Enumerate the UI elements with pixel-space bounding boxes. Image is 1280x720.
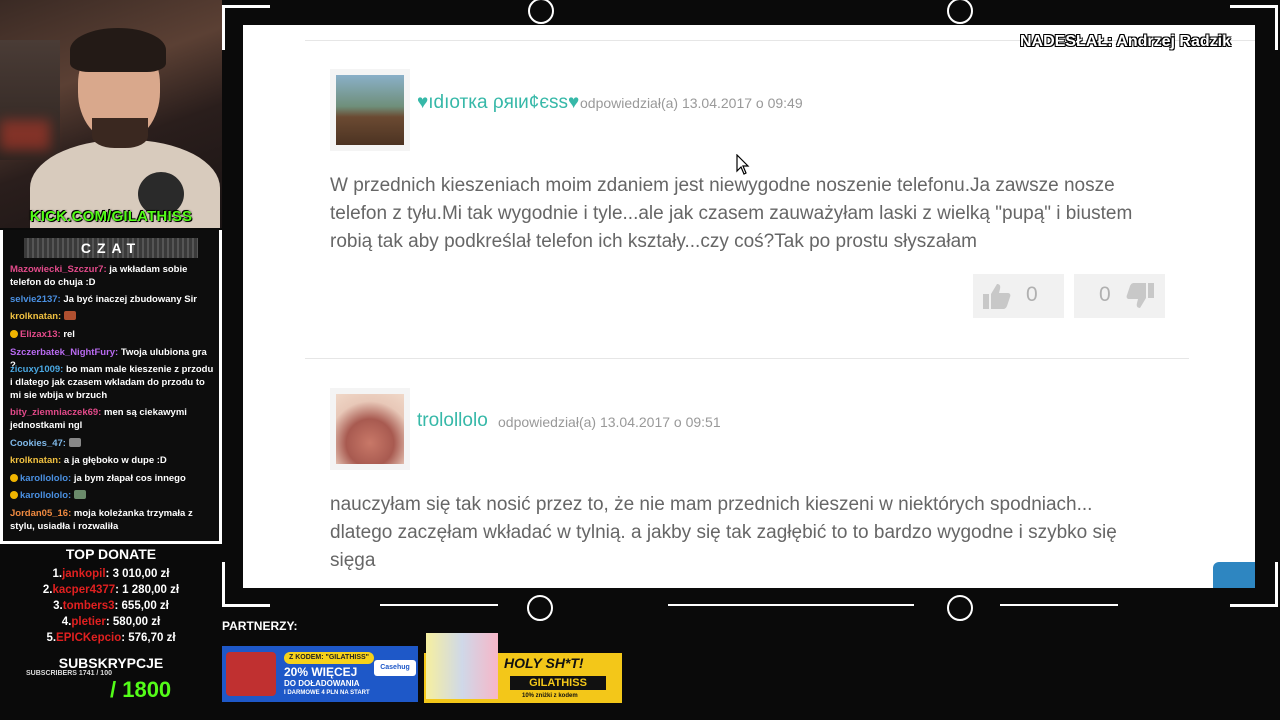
frame-line — [1000, 604, 1118, 606]
frame-corner — [222, 5, 225, 50]
chat-message: Elizax13: rel — [10, 328, 215, 341]
chat-message: krolknatan: — [10, 310, 215, 323]
chat-message: zicuxy1009: bo mam male kieszenie z przo… — [10, 364, 214, 401]
divider — [305, 358, 1189, 359]
donate-row: 5.EPICKepcio: 576,70 zł — [46, 632, 176, 644]
forum-page: ♥ıdıотка ρяιи¢єѕѕ♥ odpowiedział(a) 13.04… — [243, 25, 1255, 588]
top-donate-title: TOP DONATE — [65, 546, 157, 562]
badge-icon — [10, 474, 18, 482]
comment-username[interactable]: trolollolo — [417, 410, 488, 432]
donate-row: 4.pletier: 580,00 zł — [61, 616, 161, 628]
sender-label: NADESŁAŁ: Andrzej Radzik — [1020, 33, 1231, 50]
comment-text: W przednich kieszeniach moim zdaniem jes… — [330, 175, 1133, 252]
partner-ad-casehug[interactable]: Z KODEM: "GILATHISS" 20% WIĘCEJ DO DOŁAD… — [222, 646, 418, 702]
subs-title: SUBSKRYPCJE — [58, 655, 164, 671]
avatar[interactable] — [330, 69, 410, 151]
sponsor-logo-icon — [528, 0, 554, 24]
frame-corner — [222, 604, 270, 607]
comment-meta: odpowiedział(a) 13.04.2017 o 09:51 — [498, 414, 721, 430]
sponsor-logo-icon — [947, 595, 973, 621]
frame-line — [668, 604, 914, 606]
chat-message: selvie2137: Ja być inaczej zbudowany Sir — [10, 294, 197, 305]
frame-corner — [1275, 5, 1278, 50]
sponsor-logo-icon — [947, 0, 973, 24]
like-button[interactable]: 0 — [973, 274, 1064, 318]
donate-row: 2.kacper4377: 1 280,00 zł — [42, 584, 180, 596]
frame-corner — [1230, 604, 1278, 607]
frame-line — [380, 604, 498, 606]
badge-icon — [10, 330, 18, 338]
chat-message: bity_ziemniaczek69: men są ciekawymi jed… — [10, 407, 187, 431]
partners-label: PARTNERZY: — [222, 619, 298, 633]
comment-text: nauczyłam się tak nosić przez to, że nie… — [330, 494, 1117, 571]
widget-badge-icon[interactable] — [1213, 562, 1255, 588]
subs-counter: SUBSCRIBERS 1741 / 100 — [26, 670, 112, 677]
channel-url: KICK.COM/GILATHISS — [29, 208, 193, 225]
frame-corner — [1230, 5, 1278, 8]
chat-title: CZAT — [24, 238, 198, 258]
sponsor-logo-icon — [527, 595, 553, 621]
chat-message: krolknatan: a ja głęboko w dupe :D — [10, 455, 167, 466]
chat-message: Jordan05_16: moja koleżanka trzymała z s… — [10, 508, 193, 532]
frame-corner — [222, 5, 270, 8]
comment-meta: odpowiedział(a) 13.04.2017 o 09:49 — [580, 95, 803, 111]
thumbs-down-icon — [1126, 283, 1154, 308]
frame-corner — [222, 562, 225, 607]
emote-icon — [73, 490, 86, 499]
badge-icon — [10, 491, 18, 499]
webcam-feed — [0, 0, 222, 228]
mouse-cursor-icon — [736, 154, 750, 175]
donate-row: 1.jankopil: 3 010,00 zł — [52, 568, 170, 580]
donate-row: 3.tombers3: 655,00 zł — [53, 600, 169, 612]
partner-ad-holy[interactable]: HOLY SH*T! GILATHISS 10% zniżki z kodem — [424, 633, 622, 703]
avatar[interactable] — [330, 388, 410, 470]
subs-goal: / 1800 — [110, 677, 172, 702]
frame-corner — [1275, 562, 1278, 607]
product-cans-icon — [426, 633, 498, 699]
dislike-button[interactable]: 0 — [1074, 274, 1165, 318]
thumbs-up-icon — [983, 284, 1011, 309]
emote-icon — [68, 438, 81, 447]
chat-message: Cookies_47: — [10, 437, 215, 450]
chat-message: karollololo: — [10, 489, 215, 502]
emote-icon — [63, 311, 76, 320]
chat-message: Mazowiecki_Szczur7: ja wkładam sobie tel… — [10, 264, 188, 288]
chat-message: karollololo: ja bym złapał cos innego — [10, 472, 215, 485]
comment-username[interactable]: ♥ıdıотка ρяιи¢єѕѕ♥ — [417, 92, 579, 114]
gift-icon — [226, 652, 276, 696]
